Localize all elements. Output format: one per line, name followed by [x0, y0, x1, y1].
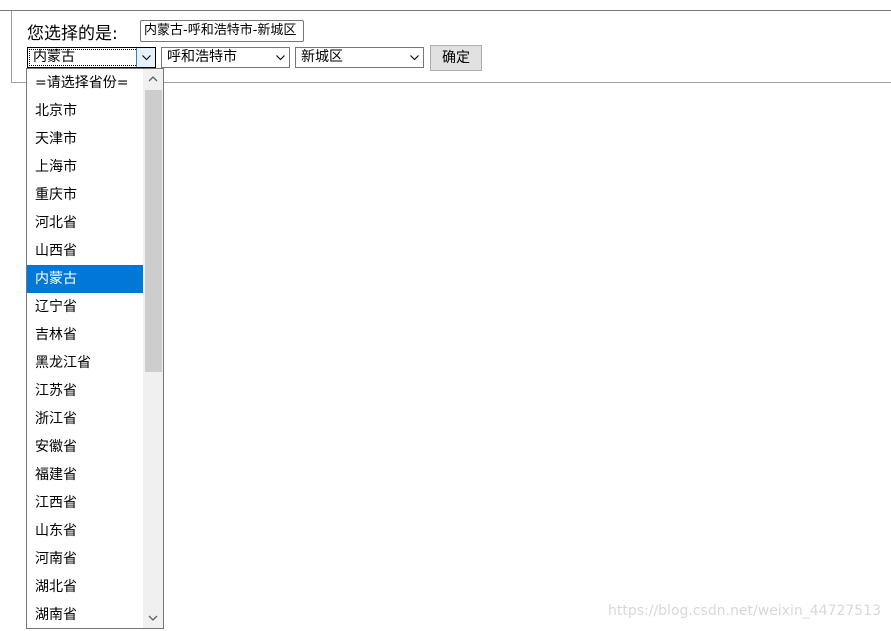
dropdown-option[interactable]: 北京市	[27, 97, 143, 125]
chevron-down-icon	[410, 55, 419, 61]
district-select-value: 新城区	[301, 49, 343, 65]
dropdown-option[interactable]: =请选择省份=	[27, 69, 143, 97]
dropdown-option[interactable]: 辽宁省	[27, 293, 143, 321]
dropdown-option[interactable]: 黑龙江省	[27, 349, 143, 377]
district-select[interactable]: 新城区	[295, 47, 424, 68]
dropdown-option[interactable]: 福建省	[27, 461, 143, 489]
watermark: https://blog.csdn.net/weixin_44727513	[607, 603, 881, 619]
scroll-up-button[interactable]	[143, 69, 163, 89]
result-label: 您选择的是:	[27, 24, 118, 44]
dropdown-option[interactable]: 河北省	[27, 209, 143, 237]
city-select-value: 呼和浩特市	[167, 49, 237, 65]
province-select-value: 内蒙古	[33, 49, 75, 65]
dropdown-option[interactable]: 山西省	[27, 237, 143, 265]
dropdown-option[interactable]: 吉林省	[27, 321, 143, 349]
dropdown-option[interactable]: 安徽省	[27, 433, 143, 461]
dropdown-option[interactable]: 上海市	[27, 153, 143, 181]
chevron-down-icon	[142, 55, 151, 61]
scroll-down-button[interactable]	[143, 608, 163, 628]
confirm-button[interactable]: 确定	[430, 45, 482, 71]
dropdown-option[interactable]: 山东省	[27, 517, 143, 545]
dropdown-option[interactable]: 江西省	[27, 489, 143, 517]
chevron-down-icon	[276, 55, 285, 61]
chevron-down-icon	[148, 615, 158, 621]
dropdown-option[interactable]: 湖南省	[27, 601, 143, 628]
scroll-thumb[interactable]	[145, 90, 162, 372]
result-input[interactable]: 内蒙古-呼和浩特市-新城区	[140, 20, 304, 42]
city-select[interactable]: 呼和浩特市	[161, 47, 290, 68]
chevron-up-icon	[148, 76, 158, 82]
dropdown-options: =请选择省份= 北京市 天津市 上海市 重庆市 河北省 山西省 内蒙古 辽宁省 吉林省 黑龙江省 江苏…	[27, 69, 143, 628]
dropdown-option[interactable]: 河南省	[27, 545, 143, 573]
dropdown-scrollbar[interactable]	[143, 69, 163, 628]
dropdown-option[interactable]: 浙江省	[27, 405, 143, 433]
province-select[interactable]: 内蒙古	[27, 47, 156, 68]
dropdown-option[interactable]: 天津市	[27, 125, 143, 153]
dropdown-option[interactable]: 湖北省	[27, 573, 143, 601]
dropdown-option[interactable]: 内蒙古	[27, 265, 143, 293]
province-dropdown-list[interactable]: =请选择省份= 北京市 天津市 上海市 重庆市 河北省 山西省 内蒙古 辽宁省 吉林省 黑龙江省 江苏…	[26, 68, 164, 629]
dropdown-option[interactable]: 江苏省	[27, 377, 143, 405]
dropdown-option[interactable]: 重庆市	[27, 181, 143, 209]
page: 您选择的是: 内蒙古-呼和浩特市-新城区 内蒙古 呼和浩特市 新城区 确定 =请…	[0, 0, 891, 631]
